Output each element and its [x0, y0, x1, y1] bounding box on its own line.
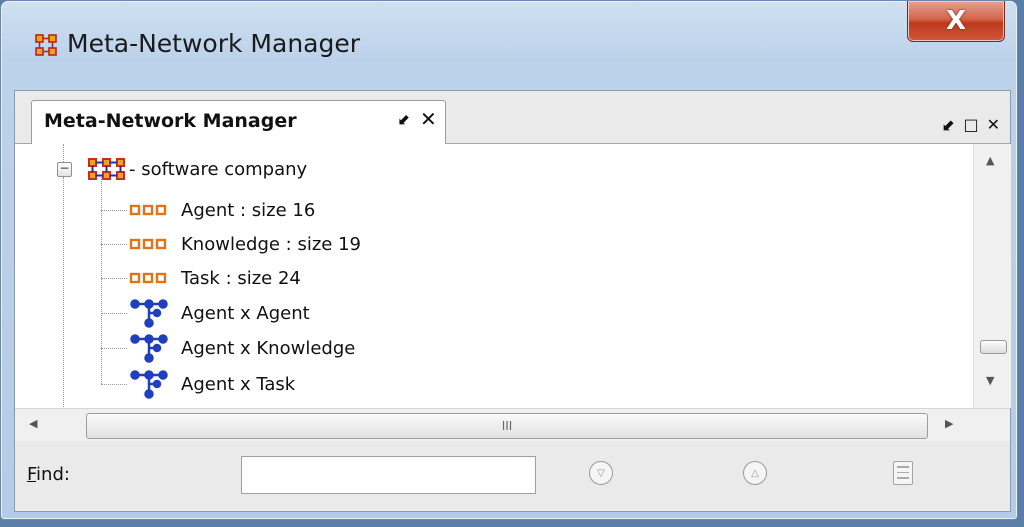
scroll-down-icon[interactable]: ▼	[986, 374, 994, 387]
find-label: Find:	[27, 464, 70, 485]
tree-item-label: Agent x Agent	[181, 302, 310, 324]
tree-connector	[101, 313, 127, 314]
tree-connector	[101, 384, 127, 385]
meta-network-tree: − - software company Agent: size 16 Kno…	[15, 144, 973, 407]
tab-label: Meta-Network Manager	[44, 110, 297, 132]
tree-item-label: Knowledge : size 19	[181, 233, 361, 255]
collapse-toggle[interactable]: −	[57, 162, 72, 177]
scroll-left-icon[interactable]: ◀	[29, 417, 37, 430]
tree-item-task[interactable]: Task : size 24	[129, 263, 301, 293]
node-class-icon	[129, 204, 167, 216]
tree-item-label: Task : size 24	[181, 267, 301, 289]
window-close-button[interactable]: X	[907, 1, 1005, 42]
find-input[interactable]	[241, 456, 536, 494]
tree-item-agent-x-task[interactable]: Agent x Task	[129, 369, 295, 399]
find-list-button[interactable]	[893, 461, 913, 485]
tree-connector	[101, 210, 127, 211]
tree-connector	[63, 177, 64, 407]
tree-connector	[101, 244, 127, 245]
panel-maximize-icon[interactable]: □	[963, 115, 978, 134]
scroll-right-icon[interactable]: ▶	[945, 417, 953, 430]
scroll-up-icon[interactable]: ▲	[986, 154, 994, 167]
meta-network-app-icon	[35, 34, 57, 56]
tree-connector	[101, 278, 127, 279]
window: Meta-Network Manager X Meta-Network Mana…	[0, 0, 1018, 520]
panel-controls: ⬋ □ ✕	[942, 115, 1000, 134]
scroll-grip-icon: III	[501, 419, 513, 433]
panel-frame: Meta-Network Manager ⬋ ✕ ⬋ □ ✕ − - softw…	[14, 90, 1011, 512]
network-icon	[130, 299, 168, 328]
tab-restore-icon[interactable]: ⬋	[398, 110, 411, 128]
tree-root-item[interactable]: - software company	[87, 154, 307, 184]
tree-root-label: - software company	[129, 158, 308, 180]
network-icon	[130, 370, 168, 399]
vertical-scrollbar[interactable]: ▲ ▼	[973, 144, 1011, 408]
chevron-up-icon: △	[751, 467, 759, 479]
panel-close-icon[interactable]: ✕	[987, 115, 1000, 134]
tree-item-label: Agent x Task	[181, 373, 296, 395]
tree-connector	[101, 177, 102, 384]
tree-item-agent[interactable]: Agent : size 16	[129, 195, 315, 225]
find-bar: Find: ▽ △	[15, 441, 1010, 511]
vertical-scroll-thumb[interactable]	[980, 340, 1007, 354]
tab-meta-network-manager[interactable]: Meta-Network Manager ⬋ ✕	[31, 100, 446, 144]
tree-item-label: Agent x Knowledge	[181, 337, 356, 359]
panel-restore-icon[interactable]: ⬋	[942, 115, 955, 134]
tree-connector	[101, 348, 127, 349]
network-icon	[130, 334, 168, 363]
tree-item-agent-x-agent[interactable]: Agent x Agent	[129, 298, 310, 328]
tree-item-label: Agent : size 16	[181, 199, 316, 221]
tree-item-agent-x-knowledge[interactable]: Agent x Knowledge	[129, 333, 355, 363]
tab-close-icon[interactable]: ✕	[420, 107, 437, 131]
chevron-down-icon: ▽	[597, 467, 605, 479]
horizontal-scrollbar[interactable]: ◀ III ▶	[15, 408, 1010, 442]
tree-item-knowledge[interactable]: Knowledge : size 19	[129, 229, 361, 259]
node-class-icon	[129, 238, 167, 250]
tab-bar: Meta-Network Manager ⬋ ✕ ⬋ □ ✕	[15, 91, 1010, 144]
horizontal-scroll-thumb[interactable]: III	[86, 413, 928, 439]
meta-network-icon	[88, 158, 125, 180]
window-title: Meta-Network Manager	[67, 29, 361, 58]
find-previous-button[interactable]: △	[743, 461, 767, 485]
find-next-button[interactable]: ▽	[589, 461, 613, 485]
node-class-icon	[129, 272, 167, 284]
tree-connector	[63, 144, 64, 162]
